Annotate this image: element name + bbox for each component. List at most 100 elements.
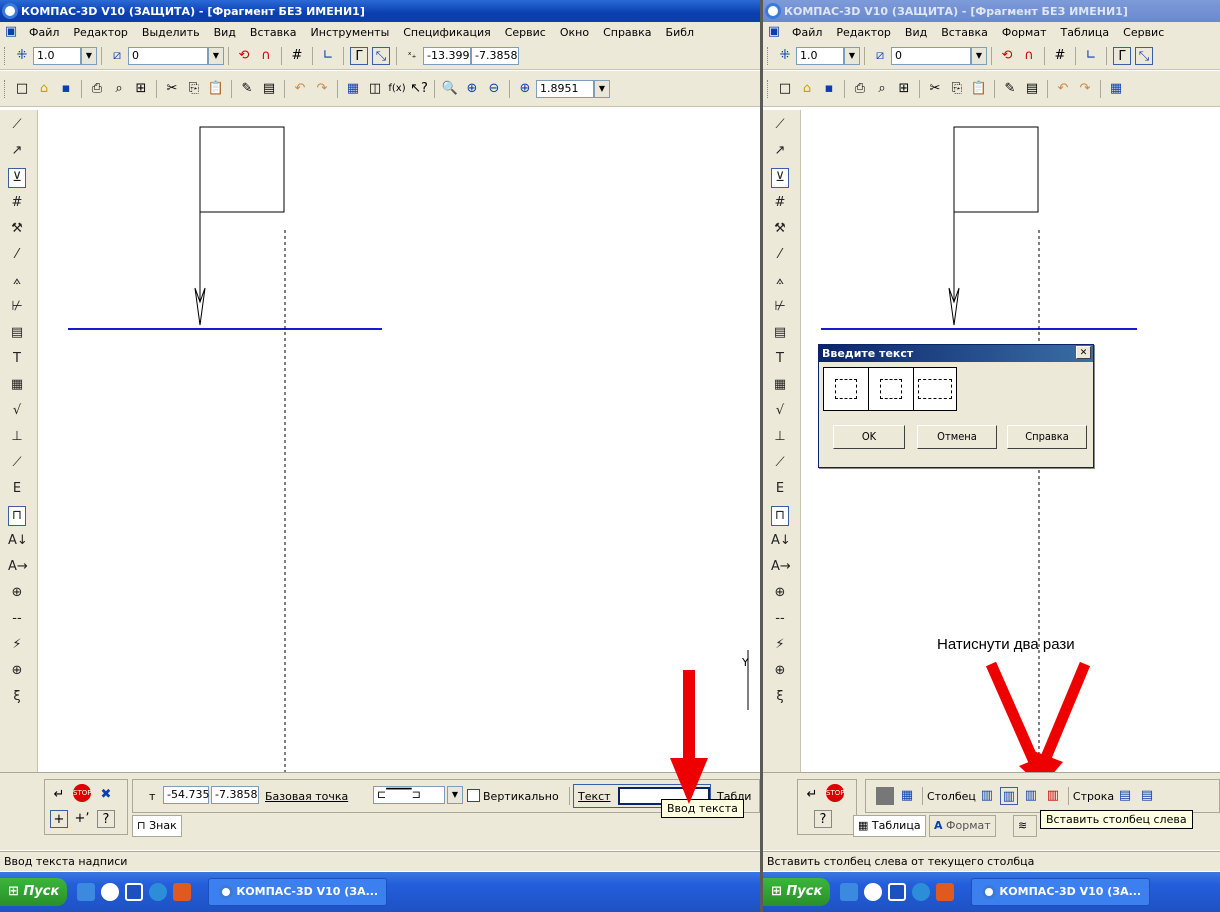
menu-window[interactable]: Окно bbox=[560, 26, 589, 39]
layer-input[interactable]: 0 bbox=[891, 46, 971, 65]
save-quick-icon[interactable] bbox=[125, 883, 144, 901]
local-cs-icon[interactable]: ∟ bbox=[1082, 47, 1100, 65]
manager-icon[interactable]: ⊞ bbox=[895, 80, 913, 98]
menu-specification[interactable]: Спецификация bbox=[403, 26, 490, 39]
params-icon[interactable]: ⚒ bbox=[8, 220, 26, 240]
cut-icon[interactable]: ✂ bbox=[926, 80, 944, 98]
select-icon[interactable]: ⟑ bbox=[8, 272, 26, 292]
menu-service[interactable]: Сервис bbox=[1123, 26, 1164, 39]
save-icon[interactable]: ▪ bbox=[57, 80, 75, 98]
print-icon[interactable]: ⎙ bbox=[851, 80, 869, 98]
tab-sign[interactable]: ⊓ Знак bbox=[132, 815, 182, 837]
toolbar-grip[interactable] bbox=[4, 79, 7, 98]
menu-help[interactable]: Справка bbox=[603, 26, 651, 39]
wave-line-icon[interactable]: ⚡ bbox=[8, 636, 26, 656]
table-grid-icon[interactable]: ▦ bbox=[898, 787, 916, 805]
undo-icon[interactable]: ↶ bbox=[1054, 80, 1072, 98]
position-icon[interactable]: E bbox=[771, 480, 789, 500]
toolbar-grip[interactable] bbox=[4, 46, 7, 65]
cut-icon[interactable]: ✂ bbox=[163, 80, 181, 98]
insert-row-below-icon[interactable]: ▤ bbox=[1138, 787, 1156, 805]
roughness-icon[interactable]: √ bbox=[8, 402, 26, 422]
toolbar-grip[interactable] bbox=[767, 79, 770, 98]
cancel-button[interactable]: Отмена bbox=[917, 425, 997, 449]
snap-icon[interactable]: ⟲ bbox=[235, 47, 253, 65]
view-icon[interactable]: ⊕ bbox=[771, 584, 789, 604]
step-input[interactable]: 1.0 bbox=[33, 46, 81, 65]
base-icon[interactable]: ⊥ bbox=[771, 428, 789, 448]
tab-format[interactable]: A Формат bbox=[929, 815, 996, 837]
kompas-quick-icon[interactable] bbox=[101, 883, 120, 901]
menu-file[interactable]: Файл bbox=[792, 26, 822, 39]
browser-icon[interactable] bbox=[840, 883, 859, 901]
layer-dropdown[interactable]: ▼ bbox=[971, 46, 987, 65]
round-icon[interactable]: ⤡ bbox=[372, 46, 390, 65]
save-icon[interactable]: ▪ bbox=[820, 80, 838, 98]
step-input[interactable]: 1.0 bbox=[796, 46, 844, 65]
base-point-select[interactable]: ⊏▔▔▔⊐ bbox=[373, 786, 445, 804]
coord-x-field[interactable]: -13.399 bbox=[423, 46, 471, 65]
base-point-dropdown[interactable]: ▼ bbox=[447, 786, 463, 804]
geometry-icon[interactable]: ⟋ bbox=[8, 116, 26, 136]
measure-icon[interactable]: ⁄ bbox=[771, 246, 789, 266]
stop-icon[interactable]: STOP bbox=[73, 784, 91, 802]
help-pointer-icon[interactable]: ↖? bbox=[410, 80, 428, 98]
menu-view[interactable]: Вид bbox=[214, 26, 236, 39]
position-icon[interactable]: E bbox=[8, 480, 26, 500]
center-mark-icon[interactable]: ⊕ bbox=[771, 662, 789, 682]
layer-icon[interactable]: ⧄ bbox=[108, 47, 126, 65]
insert-column-right-icon[interactable]: ▥ bbox=[978, 787, 996, 805]
mark-icon[interactable]: ⊓ bbox=[771, 506, 789, 526]
local-cs-icon[interactable]: ∟ bbox=[319, 47, 337, 65]
zoom-input[interactable]: 1.8951 bbox=[536, 79, 594, 98]
zoom-in-icon[interactable]: ⊕ bbox=[463, 80, 481, 98]
center-mark-icon[interactable]: ⊕ bbox=[8, 662, 26, 682]
designations-icon[interactable]: ⊻ bbox=[8, 168, 26, 188]
view-arrow-icon[interactable]: A↓ bbox=[8, 532, 28, 552]
function-icon[interactable]: f(x) bbox=[388, 80, 406, 98]
zoom-window-icon[interactable]: 🔍 bbox=[441, 80, 459, 98]
library-icon[interactable]: ◫ bbox=[366, 80, 384, 98]
variables-icon[interactable]: ▦ bbox=[1107, 80, 1125, 98]
grid-icon[interactable]: # bbox=[1051, 47, 1069, 65]
edit-icon[interactable]: # bbox=[771, 194, 789, 214]
redo-icon[interactable]: ↷ bbox=[313, 80, 331, 98]
cursor-step-icon[interactable]: ⁜ bbox=[13, 47, 31, 65]
zoom-out-icon[interactable]: ⊖ bbox=[485, 80, 503, 98]
menu-view[interactable]: Вид bbox=[905, 26, 927, 39]
toolbar-grip[interactable] bbox=[767, 46, 770, 65]
copy-icon[interactable]: ⎘ bbox=[185, 80, 203, 98]
roughness-icon[interactable]: √ bbox=[771, 402, 789, 422]
menu-edit[interactable]: Редактор bbox=[836, 26, 891, 39]
params-icon[interactable]: ⚒ bbox=[771, 220, 789, 240]
ortho-icon[interactable]: Γ bbox=[1113, 46, 1131, 65]
paste-icon[interactable]: 📋 bbox=[207, 80, 225, 98]
menu-file[interactable]: Файл bbox=[29, 26, 59, 39]
magnet-icon[interactable]: ∩ bbox=[257, 47, 275, 65]
text-cell[interactable] bbox=[914, 368, 956, 410]
axis-line-icon[interactable]: -- bbox=[771, 610, 789, 630]
leader-icon[interactable]: ⟋ bbox=[8, 454, 26, 474]
drawing-canvas[interactable]: Y bbox=[40, 110, 760, 772]
layer-input[interactable]: 0 bbox=[128, 46, 208, 65]
cell-fill-icon[interactable] bbox=[876, 787, 894, 805]
round-icon[interactable]: ⤡ bbox=[1135, 46, 1153, 65]
menu-table[interactable]: Таблица bbox=[1060, 26, 1109, 39]
measure-icon[interactable]: ⁄ bbox=[8, 246, 26, 266]
open-icon[interactable]: ⌂ bbox=[798, 80, 816, 98]
menu-edit[interactable]: Редактор bbox=[73, 26, 128, 39]
edit-icon[interactable]: # bbox=[8, 194, 26, 214]
mark-icon[interactable]: ⊓ bbox=[8, 506, 26, 526]
designations-icon[interactable]: ⊻ bbox=[771, 168, 789, 188]
zoom-scale-icon[interactable]: ⊕ bbox=[516, 80, 534, 98]
snap-icon[interactable]: ⟲ bbox=[998, 47, 1016, 65]
dimensions-icon[interactable]: ↗ bbox=[8, 142, 26, 162]
view-icon[interactable]: ⊕ bbox=[8, 584, 26, 604]
text-cell[interactable] bbox=[824, 368, 869, 410]
save-quick-icon[interactable] bbox=[888, 883, 907, 901]
section-icon[interactable]: A→ bbox=[8, 558, 28, 578]
menu-select[interactable]: Выделить bbox=[142, 26, 200, 39]
browser-icon[interactable] bbox=[77, 883, 96, 901]
step-dropdown[interactable]: ▼ bbox=[844, 46, 860, 65]
properties-icon[interactable]: ▤ bbox=[1023, 80, 1041, 98]
